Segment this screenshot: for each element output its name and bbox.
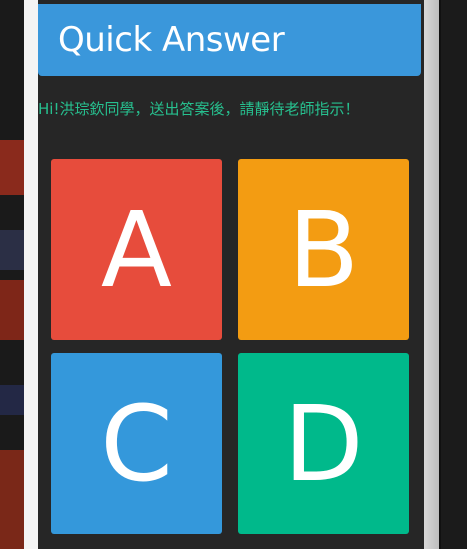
background-stripe <box>0 280 24 340</box>
answer-label-c: C <box>100 382 173 505</box>
answer-button-b[interactable]: B <box>238 159 409 340</box>
background-stripe <box>0 140 24 195</box>
answer-label-a: A <box>100 188 173 311</box>
answer-label-b: B <box>287 188 360 311</box>
device-frame-edge <box>424 0 439 549</box>
background-stripe <box>0 450 24 549</box>
app-header: Quick Answer <box>38 4 421 76</box>
background-stripe <box>0 230 24 270</box>
answer-button-a[interactable]: A <box>51 159 222 340</box>
background-stripe <box>0 385 24 415</box>
greeting-message: Hi!洪琮欽同學，送出答案後，請靜待老師指示！ <box>38 100 360 118</box>
answer-label-d: D <box>283 382 364 505</box>
background-page-right <box>441 0 467 549</box>
page-title: Quick Answer <box>58 20 285 60</box>
background-page-left <box>0 0 24 549</box>
quick-answer-app: Quick Answer Hi!洪琮欽同學，送出答案後，請靜待老師指示！ A B… <box>38 0 424 549</box>
answer-button-c[interactable]: C <box>51 353 222 534</box>
answer-button-d[interactable]: D <box>238 353 409 534</box>
